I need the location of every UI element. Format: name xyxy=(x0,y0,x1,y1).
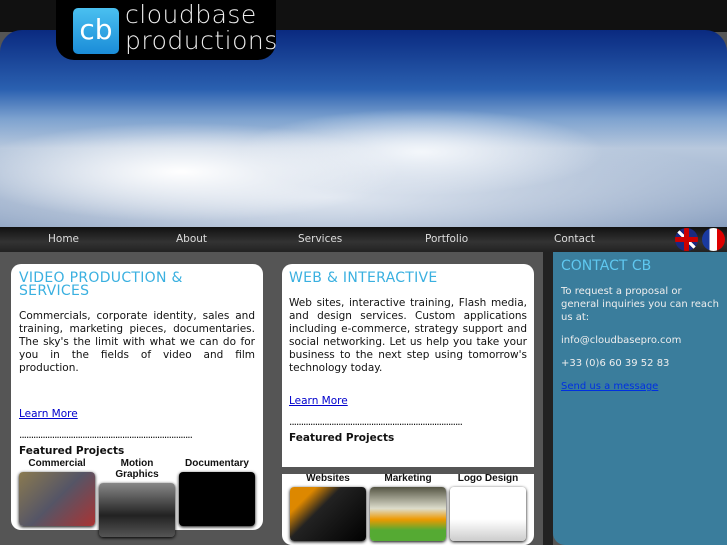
project-marketing[interactable]: Marketing xyxy=(370,473,446,541)
video-learn-more-link[interactable]: Learn More xyxy=(19,408,78,420)
project-commercial[interactable]: Commercial xyxy=(19,458,95,537)
web-learn-more-link[interactable]: Learn More xyxy=(289,395,348,407)
project-documentary[interactable]: Documentary xyxy=(179,458,255,537)
video-title: VIDEO PRODUCTION & SERVICES xyxy=(19,270,183,299)
contact-panel: CONTACT CB To request a proposal or gene… xyxy=(553,252,727,545)
web-projects: Websites Marketing Logo Design xyxy=(290,473,526,541)
french-flag-icon[interactable] xyxy=(702,228,725,251)
uk-flag-icon[interactable] xyxy=(675,228,698,251)
contact-phone: +33 (0)6 60 39 52 83 xyxy=(561,358,670,369)
contact-intro: To request a proposal or general inquiri… xyxy=(561,286,719,323)
video-projects: Commercial Motion Graphics Documentary xyxy=(19,458,255,537)
logo[interactable]: cb cloudbase productions xyxy=(56,0,278,60)
video-body: Commercials, corporate identity, sales a… xyxy=(19,310,255,374)
featured-heading: Featured Projects xyxy=(289,432,395,444)
project-motion-graphics[interactable]: Motion Graphics xyxy=(99,458,175,537)
logo-badge: cb xyxy=(73,8,119,54)
nav-home[interactable]: Home xyxy=(48,233,79,245)
web-title: WEB & INTERACTIVE xyxy=(289,270,438,286)
nav-portfolio[interactable]: Portfolio xyxy=(425,233,468,245)
web-body: Web sites, interactive training, Flash m… xyxy=(289,297,527,374)
nav-about[interactable]: About xyxy=(176,233,207,245)
send-message-link[interactable]: Send us a message xyxy=(561,381,658,392)
dotted-divider: ........................................… xyxy=(289,418,463,428)
dotted-divider: ........................................… xyxy=(19,431,193,441)
main-nav: Home About Services Portfolio Contact xyxy=(0,227,727,252)
project-websites[interactable]: Websites xyxy=(290,473,366,541)
divider xyxy=(543,252,553,545)
featured-heading: Featured Projects xyxy=(19,445,125,457)
contact-email[interactable]: info@cloudbasepro.com xyxy=(561,334,719,347)
logo-text: cloudbase productions xyxy=(125,0,278,55)
nav-contact[interactable]: Contact xyxy=(554,233,595,245)
nav-services[interactable]: Services xyxy=(298,233,342,245)
project-logo-design[interactable]: Logo Design xyxy=(450,473,526,541)
contact-title: CONTACT CB xyxy=(561,258,652,274)
web-panel: WEB & INTERACTIVE Web sites, interactive… xyxy=(282,264,534,467)
